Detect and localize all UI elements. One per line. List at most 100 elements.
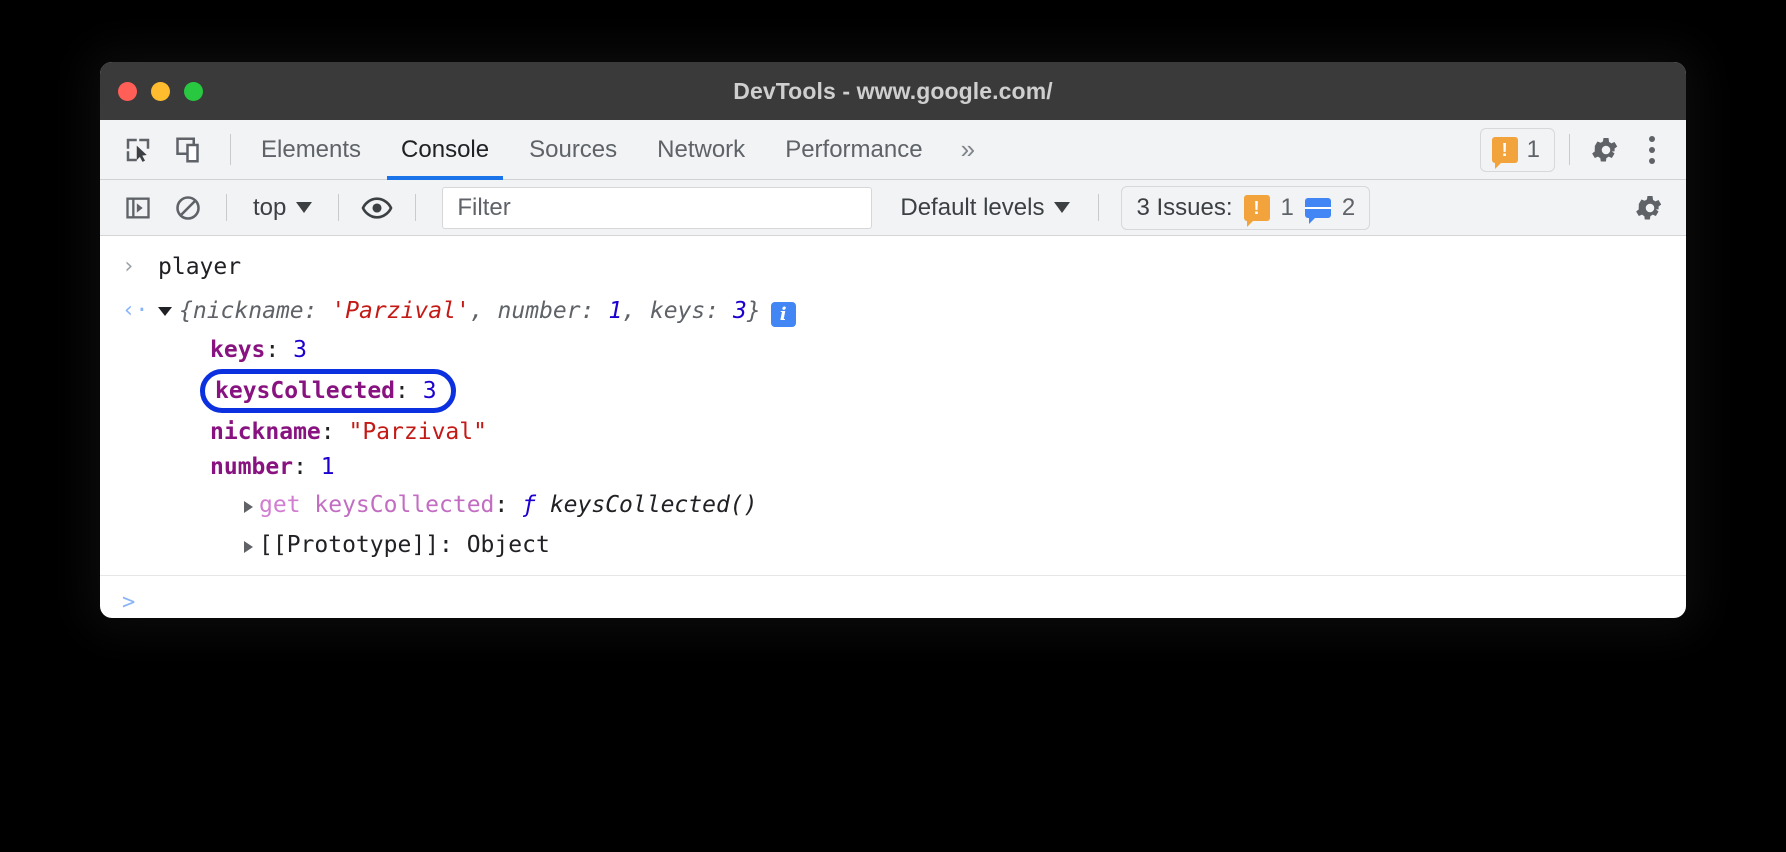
inspect-element-icon[interactable] [116,128,160,172]
close-window-button[interactable] [118,82,137,101]
traffic-lights [100,82,203,101]
issues-message-count: 2 [1342,194,1355,222]
object-preview: {nickname: 'Parzival', number: 1, keys: … [179,289,761,333]
property-number-name: number [210,454,293,480]
screenshot-root: DevTools - www.google.com/ [0,0,1786,852]
console-settings-gear-icon[interactable] [1628,186,1672,230]
warning-count-pill[interactable]: ! 1 [1480,128,1555,172]
property-keysCollected-name: keysCollected [215,378,395,404]
console-sidebar-icon[interactable] [116,186,160,230]
object-preview-row[interactable]: {nickname: 'Parzival', number: 1, keys: … [158,289,796,333]
tab-sources[interactable]: Sources [509,120,637,179]
prompt-caret-icon: > [122,590,158,615]
issues-pill[interactable]: 3 Issues: ! 1 2 [1121,186,1370,230]
preview-close-brace: } [747,298,761,324]
highlighted-property-wrapper: keysCollected: 3 [210,369,796,413]
maximize-window-button[interactable] [184,82,203,101]
property-keys-value: 3 [293,337,307,363]
console-toolbar-divider-4 [1098,194,1099,221]
expand-triangle-icon[interactable] [244,501,253,513]
tab-console[interactable]: Console [381,120,509,179]
window-titlebar: DevTools - www.google.com/ [100,62,1686,120]
console-toolbar-right [1628,186,1672,230]
prototype-row[interactable]: [[Prototype]]: Object [210,525,796,565]
issues-label: 3 Issues: [1136,194,1232,222]
filter-placeholder: Filter [457,194,510,222]
tab-network[interactable]: Network [637,120,765,179]
object-properties: keys: 3 keysCollected: 3 nickname: "Parz… [158,333,796,565]
panel-tabs: Elements Console Sources Network Perform… [241,120,943,179]
console-toolbar-divider-3 [415,194,416,221]
tab-console-label: Console [401,136,489,164]
kebab-dot-3 [1649,158,1655,164]
property-keysCollected-value: 3 [423,378,437,404]
more-panels-label: » [961,134,972,165]
devtools-window: DevTools - www.google.com/ [100,62,1686,618]
warning-icon: ! [1492,137,1518,163]
devtools-tabstrip: Elements Console Sources Network Perform… [100,120,1686,180]
log-levels-dropdown[interactable]: Default levels [888,194,1082,222]
expand-triangle-icon[interactable] [158,307,172,316]
console-prompt-row[interactable]: > [100,576,1686,618]
getter-separator: : [494,492,522,518]
property-keysCollected[interactable]: keysCollected: 3 [200,369,456,413]
property-nickname-value: "Parzival" [348,419,486,445]
preview-part-4: , keys: [622,298,733,324]
info-icon[interactable]: i [771,302,796,327]
tab-performance[interactable]: Performance [765,120,942,179]
warning-count: 1 [1527,136,1540,164]
getter-function-signature: keysCollected() [550,492,758,518]
property-number-value: 1 [321,454,335,480]
gear-icon[interactable] [1584,128,1628,172]
console-toolbar: top Filter Default levels 3 Issues: [100,180,1686,236]
console-toolbar-divider-2 [338,194,339,221]
live-expression-icon[interactable] [355,186,399,230]
preview-part-3: 1 [608,298,622,324]
console-input-expression: player [158,245,241,289]
filter-input[interactable]: Filter [442,187,872,229]
getter-prefix: get [259,492,314,518]
kebab-dot-2 [1649,147,1655,153]
tab-sources-label: Sources [529,136,617,164]
chevron-down-icon [1054,202,1070,213]
minimize-window-button[interactable] [151,82,170,101]
device-toolbar-icon[interactable] [168,128,212,172]
property-nickname[interactable]: nickname: "Parzival" [210,415,796,450]
property-keys[interactable]: keys: 3 [210,333,796,368]
getter-row[interactable]: get keysCollected: ƒ keysCollected() [210,485,796,525]
tabstrip-actions-divider [1569,134,1570,165]
function-marker-icon: ƒ [522,492,550,518]
toolbar-divider [230,134,231,165]
result-arrow-icon: ‹· [122,289,158,333]
object-result: {nickname: 'Parzival', number: 1, keys: … [158,289,796,565]
execution-context-selector[interactable]: top [243,194,322,222]
prototype-label: [[Prototype]]: Object [259,532,550,558]
console-toolbar-divider-1 [226,194,227,221]
issues-message-icon [1305,198,1331,218]
preview-part-5: 3 [733,298,747,324]
getter-name: keysCollected [314,492,494,518]
preview-open-brace: { [179,298,193,324]
tab-elements[interactable]: Elements [241,120,381,179]
chevron-down-icon [296,202,312,213]
property-keys-name: keys [210,337,265,363]
preview-part-1: 'Parzival' [331,298,469,324]
property-nickname-name: nickname [210,419,321,445]
more-panels-chevron-icon[interactable]: » [943,120,990,179]
kebab-dot-1 [1649,136,1655,142]
tabstrip-tools [100,120,241,179]
clear-console-icon[interactable] [166,186,210,230]
property-number[interactable]: number: 1 [210,450,796,485]
console-output[interactable]: › player ‹· {nickname: 'Parzival', numbe… [100,236,1686,562]
execution-context-label: top [253,194,286,222]
preview-part-2: , number: [470,298,608,324]
expand-triangle-icon[interactable] [244,541,253,553]
tabstrip-actions: ! 1 [1480,120,1686,179]
log-levels-label: Default levels [900,194,1044,222]
tab-network-label: Network [657,136,745,164]
kebab-menu-icon[interactable] [1632,128,1672,172]
console-result-row: ‹· {nickname: 'Parzival', number: 1, key… [100,289,1686,565]
console-input-row: › player [100,236,1686,289]
issues-warning-count: 1 [1281,194,1294,222]
issues-warning-icon: ! [1244,195,1270,221]
